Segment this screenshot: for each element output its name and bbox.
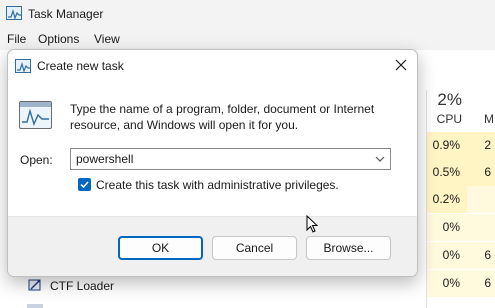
process-icon: [27, 304, 43, 308]
process-name[interactable]: CTF Loader: [50, 279, 114, 293]
menu-bar: File Options View: [0, 28, 495, 50]
chevron-down-icon[interactable]: [374, 153, 386, 165]
dialog-titlebar: Create new task: [8, 50, 417, 82]
ok-button[interactable]: OK: [118, 236, 203, 260]
memory-cell: 6: [467, 159, 495, 186]
cpu-total-percent: 2%: [437, 90, 462, 109]
menu-options[interactable]: Options: [38, 32, 79, 46]
menu-file[interactable]: File: [7, 32, 26, 46]
task-manager-titlebar: Task Manager: [0, 0, 495, 28]
cancel-button[interactable]: Cancel: [212, 236, 297, 260]
run-app-icon: [15, 59, 31, 73]
open-label: Open:: [20, 153, 53, 167]
mouse-pointer-icon: [306, 214, 319, 237]
cpu-cell: 0.2%: [427, 186, 467, 213]
close-button[interactable]: [385, 50, 417, 80]
cpu-cell: 0%: [427, 242, 467, 269]
open-input[interactable]: powershell: [76, 152, 133, 166]
cpu-cell: 0.9%: [427, 132, 467, 159]
browse-button[interactable]: Browse...: [306, 236, 391, 260]
ctf-loader-icon: [27, 277, 43, 293]
create-new-task-dialog: Create new task Type the name of a progr…: [7, 49, 418, 277]
task-manager-title: Task Manager: [28, 7, 104, 21]
dialog-description: Type the name of a program, folder, docu…: [70, 102, 375, 132]
memory-cell: 2: [467, 132, 495, 159]
memory-cell: 6: [467, 270, 495, 297]
memory-cell: [467, 214, 495, 241]
checkmark-icon: [80, 181, 89, 189]
close-icon: [395, 59, 407, 71]
cpu-cell: 0%: [427, 270, 467, 297]
cpu-cell: 0%: [427, 214, 467, 241]
admin-privileges-checkbox[interactable]: [78, 178, 91, 191]
run-icon: [19, 101, 52, 129]
memory-cell: [467, 186, 495, 213]
cpu-cell: 0.5%: [427, 159, 467, 186]
memory-column-header[interactable]: M: [484, 112, 494, 126]
dialog-footer: OK Cancel Browse...: [8, 216, 417, 276]
menu-view[interactable]: View: [94, 32, 120, 46]
open-combobox[interactable]: powershell: [70, 148, 391, 170]
task-manager-app-icon: [6, 6, 22, 20]
cpu-header-label: CPU: [436, 112, 462, 126]
admin-privileges-label[interactable]: Create this task with administrative pri…: [96, 178, 339, 192]
dialog-title: Create new task: [37, 59, 124, 73]
memory-cell: 6: [467, 242, 495, 269]
